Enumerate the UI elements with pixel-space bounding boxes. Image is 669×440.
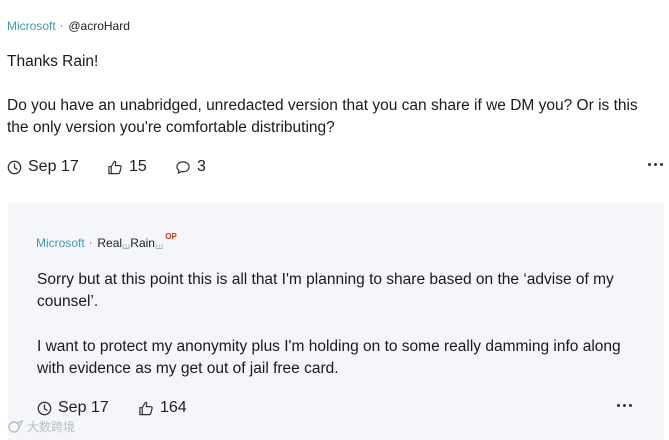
like-button[interactable]: 164 xyxy=(138,399,187,417)
company-name[interactable]: Microsoft xyxy=(7,19,56,33)
comment-button[interactable]: 3 xyxy=(175,158,206,176)
like-count: 15 xyxy=(129,158,147,175)
thumbs-up-icon xyxy=(108,160,122,174)
post-paragraph: Thanks Rain! xyxy=(7,53,99,70)
reply-date: Sep 17 xyxy=(37,399,109,417)
author-handle-part2[interactable]: Rain xyxy=(130,236,155,250)
op-badge: OP xyxy=(165,231,177,241)
reply-post: Microsoft · Real ꟺ Rain ꟺ OP Sorry but a… xyxy=(8,203,664,440)
reply-author-line: Microsoft · Real ꟺ Rain ꟺ OP xyxy=(36,232,177,251)
thumbs-up-icon xyxy=(139,401,153,415)
clock-icon xyxy=(7,160,22,174)
original-post: Microsoft · @acroHard Thanks Rain! Do yo… xyxy=(0,0,669,200)
watermark-text: 大数跨境 xyxy=(27,420,76,434)
reply-paragraph: Sorry but at this point this is all that… xyxy=(37,271,614,310)
separator-dot: · xyxy=(88,237,93,249)
author-handle[interactable]: @acroHard xyxy=(68,19,130,33)
separator-dot: · xyxy=(59,20,64,32)
like-button[interactable]: 15 xyxy=(107,158,147,176)
date-label: Sep 17 xyxy=(28,158,79,175)
comment-count: 3 xyxy=(197,158,206,175)
post-author-line: Microsoft · @acroHard xyxy=(7,19,130,33)
reply-paragraph: I want to protect my anonymity plus I'm … xyxy=(37,338,621,377)
company-name[interactable]: Microsoft xyxy=(36,236,85,250)
watermark-logo-icon xyxy=(8,419,24,433)
post-paragraph: Do you have an unabridged, unredacted ve… xyxy=(7,97,638,136)
date-label: Sep 17 xyxy=(58,399,109,416)
more-options-icon[interactable] xyxy=(613,399,635,411)
comment-bubble-icon xyxy=(176,160,190,174)
post-date: Sep 17 xyxy=(7,158,79,176)
handle-decoration: ꟺ xyxy=(122,240,131,251)
like-count: 164 xyxy=(160,399,187,416)
handle-decoration: ꟺ xyxy=(154,240,164,251)
more-options-icon[interactable] xyxy=(644,158,666,170)
author-handle-part1[interactable]: Real xyxy=(97,236,122,250)
watermark: 大数跨境 xyxy=(8,418,75,435)
clock-icon xyxy=(37,401,52,415)
